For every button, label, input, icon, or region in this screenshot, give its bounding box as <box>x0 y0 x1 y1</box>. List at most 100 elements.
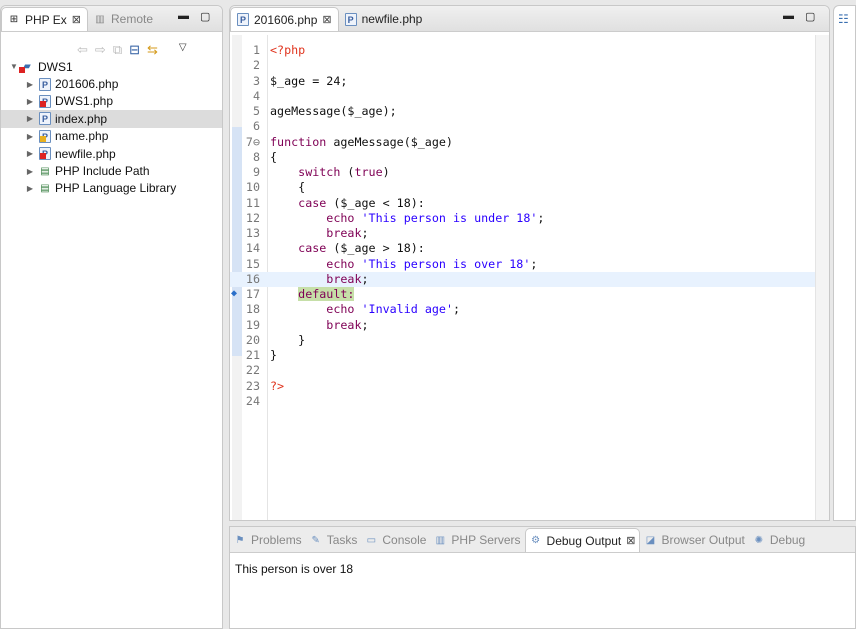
line-number: 8 <box>252 149 260 164</box>
view-menu-icon[interactable]: ▽ <box>179 42 187 58</box>
tab-browser-output[interactable]: ◪ Browser Output <box>640 528 748 552</box>
code-token: ; <box>361 317 369 332</box>
tab-remote[interactable]: ▥ Remote <box>88 7 159 31</box>
tab-debug-output[interactable]: ⚙ Debug Output ⊠ <box>524 528 641 552</box>
code-token: { <box>270 149 278 164</box>
close-icon[interactable]: ⊠ <box>72 13 81 26</box>
code-line: } <box>270 348 277 363</box>
code-token: } <box>270 332 306 347</box>
expand-icon[interactable]: ▶ <box>25 184 35 193</box>
line-number: 1 <box>252 43 260 57</box>
code-token: ( <box>340 165 355 180</box>
code-token: ; <box>361 271 369 286</box>
tab-label: Debug <box>769 533 806 547</box>
code-line: $_age = 24; <box>270 74 347 89</box>
tab-label: Browser Output <box>661 533 745 547</box>
minimize-icon[interactable]: ▬ <box>783 10 794 22</box>
tree-label: index.php <box>55 111 108 126</box>
line-number: 16 <box>245 271 260 286</box>
expand-icon[interactable]: ▶ <box>25 97 35 106</box>
php-servers-icon: ▥ <box>435 534 446 546</box>
tab-console[interactable]: ▭ Console <box>361 528 430 552</box>
tab-problems[interactable]: ⚑ Problems <box>230 528 306 552</box>
maximize-icon[interactable]: ▢ <box>200 10 210 23</box>
tree-label: 201606.php <box>55 77 119 92</box>
code-line: case ($_age < 18): <box>270 196 425 211</box>
tree-item[interactable]: ▶ P DWS1.php <box>1 93 222 110</box>
expand-icon[interactable]: ▶ <box>25 80 35 89</box>
tree-label: PHP Language Library <box>55 181 177 196</box>
project-tree: ▼▰DWS1 ▶ P 201606.php ▶ P DWS1.php ▶ Pindex.php… <box>1 58 222 197</box>
editor-panel: P 201606.php ⊠ Pnewfile.php ▬ ▢ 1 <?php 2 3 $_… <box>229 5 830 521</box>
code-line: <?php <box>270 43 305 58</box>
left-tabbar: ⊞ PHP Ex ⊠ ▥ Remote ▬ ▢ <box>1 6 222 32</box>
tree-label: newfile.php <box>55 146 116 161</box>
expand-icon[interactable]: ▶ <box>25 114 35 123</box>
tree-label: DWS1 <box>38 59 73 74</box>
line-number: 13 <box>245 226 260 241</box>
tab-label: Tasks <box>326 533 358 547</box>
tab-tasks[interactable]: ✎ Tasks <box>306 528 362 552</box>
code-line: break; <box>270 317 369 333</box>
php-file-icon: P <box>39 112 51 126</box>
code-line: { <box>270 150 277 165</box>
tree-item[interactable]: ▶ Pnewfile.php <box>1 145 222 162</box>
minimize-icon[interactable]: ▬ <box>178 10 189 22</box>
code-token: break <box>326 271 362 286</box>
tab-label: Debug Output <box>546 533 622 548</box>
php-explorer-panel: ⊞ PHP Ex ⊠ ▥ Remote ▬ ▢ ⇦ ⇨ ⧉ ⊟ ⇆ ▽ ▼ ▰ DWS1 ▶ P 2… <box>0 5 223 629</box>
tab-label: newfile.php <box>361 12 423 26</box>
tree-item[interactable]: ▶ P 201606.php <box>1 75 222 92</box>
expand-icon[interactable]: ▶ <box>25 132 35 141</box>
code-token: <?php <box>270 43 306 57</box>
tree-item[interactable]: ▶ ▤ PHP Include Path <box>1 162 222 179</box>
error-badge-icon <box>40 153 46 160</box>
tree-item[interactable]: ▶ ▤ PHP Language Library <box>1 180 222 197</box>
forward-icon[interactable]: ⇨ <box>95 42 106 58</box>
close-icon[interactable]: ⊠ <box>626 534 635 547</box>
tree-root[interactable]: ▼ ▰ DWS1 <box>1 58 222 75</box>
up-icon[interactable]: ⧉ <box>113 42 122 58</box>
code-line: echo 'Invalid age'; <box>270 302 460 317</box>
tab-php-servers[interactable]: ▥ PHP Servers <box>430 528 524 552</box>
code-token: switch <box>298 165 341 180</box>
line-number: 22 <box>245 363 260 378</box>
link-editor-icon[interactable]: ⇆ <box>147 42 158 58</box>
tree-label: PHP Include Path <box>55 164 150 179</box>
maximize-icon[interactable]: ▢ <box>805 10 815 23</box>
line-number: 24 <box>245 393 260 408</box>
tree-item[interactable]: ▶ Pname.php <box>1 128 222 145</box>
tree-item[interactable]: ▶ Pindex.php <box>1 110 222 128</box>
back-icon[interactable]: ⇦ <box>77 42 88 58</box>
code-editor[interactable]: 1 <?php 2 3 $_age = 24; 4 5 ageMessage($_age); 6… <box>230 35 829 520</box>
php-file-icon: P <box>344 12 357 26</box>
overview-ruler[interactable] <box>815 35 829 520</box>
line-number: 14 <box>245 241 260 256</box>
code-line: echo 'This person is over 18'; <box>270 257 537 272</box>
code-line: ageMessage($_age); <box>270 104 397 119</box>
collapse-all-icon[interactable]: ⊟ <box>129 42 140 58</box>
debug-icon: ✺ <box>754 534 764 546</box>
outline-icon[interactable]: ☷ <box>838 12 849 26</box>
expand-icon[interactable]: ▶ <box>25 167 35 176</box>
php-file-icon: P <box>39 129 51 143</box>
code-line: { <box>270 180 305 195</box>
line-number: 15 <box>245 256 260 271</box>
tab-201606-php[interactable]: P 201606.php ⊠ <box>230 7 339 31</box>
expand-icon[interactable]: ▼ <box>9 62 19 71</box>
tab-newfile-php[interactable]: Pnewfile.php <box>339 7 429 31</box>
expand-icon[interactable]: ▶ <box>25 149 35 158</box>
close-icon[interactable]: ⊠ <box>322 13 331 26</box>
warning-badge-icon <box>40 135 46 142</box>
tab-debug[interactable]: ✺ Debug <box>749 528 809 552</box>
tab-php-explorer[interactable]: ⊞ PHP Ex ⊠ <box>1 7 89 31</box>
line-number: 4 <box>252 88 260 103</box>
